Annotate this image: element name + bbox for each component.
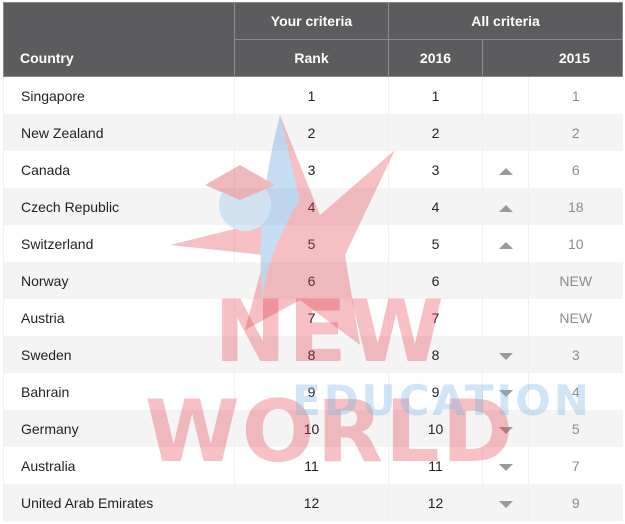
- triangle-up-icon: [498, 204, 513, 212]
- rank-cell: 3: [234, 151, 389, 188]
- triangle-up-icon: [498, 167, 513, 175]
- table-row[interactable]: Bahrain 9 9 4: [3, 373, 623, 410]
- rank-cell: 5: [234, 225, 389, 262]
- table-row[interactable]: United Arab Emirates 12 12 9: [3, 484, 623, 521]
- country-cell: Germany: [3, 410, 235, 447]
- country-cell: Czech Republic: [3, 188, 235, 225]
- rank-2015-cell: 10: [527, 225, 623, 262]
- triangle-down-icon: [498, 500, 513, 508]
- rank-cell: 1: [234, 76, 389, 114]
- column-header-2016[interactable]: 2016: [388, 39, 483, 77]
- rank-2016-cell: 12: [388, 484, 483, 521]
- table-body: Singapore 1 1 1 New Zealand 2 2 2 Canada 3 3 6 Czech…: [3, 76, 623, 521]
- table-row[interactable]: Czech Republic 4 4 18: [3, 188, 623, 225]
- group-header-your-criteria: Your criteria: [234, 2, 389, 40]
- triangle-down-icon: [498, 426, 513, 434]
- rank-2015-cell: NEW: [527, 299, 623, 336]
- table-row[interactable]: New Zealand 2 2 2: [3, 114, 623, 151]
- rank-2015-cell: 5: [527, 410, 623, 447]
- rank-2016-cell: 11: [388, 447, 483, 484]
- table-row[interactable]: Singapore 1 1 1: [3, 76, 623, 114]
- country-cell: Sweden: [3, 336, 235, 373]
- trend-cell: [482, 447, 529, 484]
- trend-cell: [482, 188, 529, 225]
- rank-2015-cell: 3: [527, 336, 623, 373]
- rank-cell: 4: [234, 188, 389, 225]
- rank-2015-cell: 6: [527, 151, 623, 188]
- table-row[interactable]: Canada 3 3 6: [3, 151, 623, 188]
- trend-cell: [482, 484, 529, 521]
- country-cell: United Arab Emirates: [3, 484, 235, 521]
- rank-cell: 8: [234, 336, 389, 373]
- table-row[interactable]: Sweden 8 8 3: [3, 336, 623, 373]
- ranking-table-container: Country Your criteria All criteria Rank …: [3, 2, 624, 521]
- triangle-down-icon: [498, 463, 513, 471]
- rank-cell: 11: [234, 447, 389, 484]
- country-cell: Norway: [3, 262, 235, 299]
- rank-cell: 9: [234, 373, 389, 410]
- table-header: Country Your criteria All criteria Rank …: [3, 2, 624, 77]
- trend-cell: [482, 410, 529, 447]
- table-row[interactable]: Norway 6 6 NEW: [3, 262, 623, 299]
- rank-cell: 7: [234, 299, 389, 336]
- table-row[interactable]: Austria 7 7 NEW: [3, 299, 623, 336]
- rank-2015-cell: 4: [527, 373, 623, 410]
- rank-2016-cell: 8: [388, 336, 483, 373]
- rank-2016-cell: 5: [388, 225, 483, 262]
- country-cell: Australia: [3, 447, 235, 484]
- column-header-2015[interactable]: 2015: [481, 39, 624, 77]
- trend-cell: [482, 225, 529, 262]
- rank-2015-cell: 1: [527, 76, 623, 114]
- ranking-table: Country Your criteria All criteria Rank …: [3, 2, 624, 521]
- country-cell: Austria: [3, 299, 235, 336]
- country-cell: Switzerland: [3, 225, 235, 262]
- rank-2015-cell: 7: [527, 447, 623, 484]
- rank-2015-cell: 18: [527, 188, 623, 225]
- rank-cell: 10: [234, 410, 389, 447]
- table-row[interactable]: Germany 10 10 5: [3, 410, 623, 447]
- rank-2016-cell: 10: [388, 410, 483, 447]
- rank-2015-cell: 2: [527, 114, 623, 151]
- rank-cell: 6: [234, 262, 389, 299]
- column-header-rank[interactable]: Rank: [234, 39, 389, 77]
- table-row[interactable]: Switzerland 5 5 10: [3, 225, 623, 262]
- rank-2016-cell: 2: [388, 114, 483, 151]
- rank-2016-cell: 9: [388, 373, 483, 410]
- trend-cell: [482, 151, 529, 188]
- rank-2016-cell: 4: [388, 188, 483, 225]
- trend-cell: [482, 373, 529, 410]
- rank-2015-cell: NEW: [527, 262, 623, 299]
- triangle-up-icon: [498, 241, 513, 249]
- rank-cell: 2: [234, 114, 389, 151]
- trend-cell: [482, 114, 529, 151]
- rank-cell: 12: [234, 484, 389, 521]
- rank-2015-cell: 9: [527, 484, 623, 521]
- triangle-down-icon: [498, 352, 513, 360]
- table-row[interactable]: Australia 11 11 7: [3, 447, 623, 484]
- rank-2016-cell: 3: [388, 151, 483, 188]
- country-cell: Singapore: [3, 76, 235, 114]
- rank-2016-cell: 7: [388, 299, 483, 336]
- column-header-country[interactable]: Country: [3, 2, 235, 77]
- trend-cell: [482, 262, 529, 299]
- trend-cell: [482, 299, 529, 336]
- rank-2016-cell: 1: [388, 76, 483, 114]
- country-cell: New Zealand: [3, 114, 235, 151]
- rank-2016-cell: 6: [388, 262, 483, 299]
- country-cell: Canada: [3, 151, 235, 188]
- trend-cell: [482, 336, 529, 373]
- trend-cell: [482, 76, 529, 114]
- country-cell: Bahrain: [3, 373, 235, 410]
- triangle-down-icon: [498, 389, 513, 397]
- group-header-all-criteria: All criteria: [387, 2, 624, 40]
